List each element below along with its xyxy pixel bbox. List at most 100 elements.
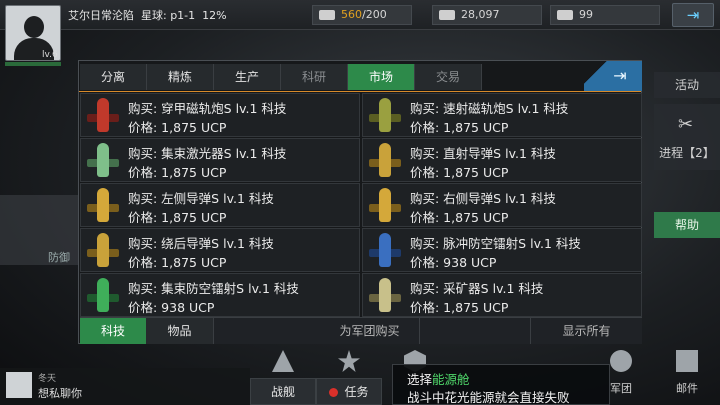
- item-title: 购买: 脉冲防空镭射S lv.1 科技: [410, 236, 581, 251]
- card-icon: [557, 10, 573, 20]
- ship-module-icon: [363, 139, 407, 181]
- ship-module-icon: [81, 139, 125, 181]
- chat-avatar: [6, 372, 32, 398]
- close-panel-icon[interactable]: ⇥: [584, 61, 642, 91]
- help-label: 帮助: [674, 218, 699, 232]
- item-title: 购买: 绕后导弹S lv.1 科技: [128, 236, 274, 251]
- resource-credits-value: 28,097: [461, 8, 500, 21]
- resource-energy-max: /200: [362, 8, 387, 21]
- item-price: 价格: 1,875 UCP: [128, 165, 227, 180]
- notification-dot: [329, 388, 339, 397]
- market-item[interactable]: 购买: 集束激光器S lv.1 科技 价格: 1,875 UCP: [80, 138, 360, 182]
- tab-divider: [79, 91, 641, 92]
- nav-corps-button[interactable]: 军团: [610, 380, 632, 396]
- player-xp-bar: [5, 62, 61, 66]
- truck-icon: [319, 10, 335, 20]
- chat-message: 想私聊你: [38, 387, 82, 400]
- tab-research[interactable]: 科研: [281, 64, 348, 90]
- ship-module-icon: [81, 184, 125, 226]
- item-title: 购买: 直射导弹S lv.1 科技: [410, 146, 556, 161]
- market-item[interactable]: 购买: 集束防空镭射S lv.1 科技 价格: 938 UCP: [80, 273, 360, 317]
- show-all-button[interactable]: 显示所有: [530, 318, 642, 344]
- item-price: 价格: 1,875 UCP: [410, 300, 509, 315]
- item-title: 购买: 左侧导弹S lv.1 科技: [128, 191, 274, 206]
- help-button[interactable]: 帮助: [654, 212, 720, 238]
- resource-cards[interactable]: 99: [550, 5, 660, 25]
- item-price: 价格: 1,875 UCP: [128, 210, 227, 225]
- tab-market[interactable]: 市场: [348, 64, 415, 90]
- market-panel: 分离 精炼 生产 科研 市场 交易 ⇥ 购买: 穿甲磁轨炮S lv.1 科技 价…: [78, 60, 642, 344]
- player-level: lv.6: [42, 50, 58, 60]
- item-price: 价格: 1,875 UCP: [410, 210, 509, 225]
- planet-label: 星球: p1-1: [141, 9, 196, 22]
- hint-line-2: 战斗中花光能源就会直接失败: [407, 390, 570, 405]
- mission-star-icon: [338, 350, 360, 372]
- item-price: 价格: 938 UCP: [410, 255, 497, 270]
- resource-energy-current: 560: [341, 8, 362, 21]
- item-price: 价格: 1,875 UCP: [410, 120, 509, 135]
- ship-module-icon: [363, 229, 407, 271]
- nav-ships-label: 战舰: [270, 385, 295, 399]
- ship-module-icon: [363, 184, 407, 226]
- hint-prefix: 选择: [407, 372, 433, 387]
- player-name: 艾尔日常沦陷: [68, 9, 134, 22]
- market-item[interactable]: 购买: 采矿器S lv.1 科技 价格: 1,875 UCP: [362, 273, 642, 317]
- buy-for-corps-button[interactable]: 为军团购买: [320, 318, 420, 344]
- tab-trade[interactable]: 交易: [415, 64, 482, 90]
- exit-icon[interactable]: ⇥: [672, 3, 714, 27]
- panel-bottom-bar: 科技 物品 为军团购买 显示所有: [80, 317, 642, 344]
- item-title: 购买: 穿甲磁轨炮S lv.1 科技: [128, 101, 287, 116]
- nav-ships-button[interactable]: 战舰: [250, 378, 316, 405]
- chat-sender: 冬天: [38, 374, 57, 384]
- panel-tabs: 分离 精炼 生产 科研 市场 交易: [80, 64, 482, 90]
- ship-module-icon: [363, 94, 407, 136]
- defense-label: 防御: [48, 251, 70, 264]
- resource-credits[interactable]: 28,097: [432, 5, 542, 25]
- tab-goods[interactable]: 物品: [146, 318, 214, 344]
- mail-icon: [676, 350, 698, 372]
- market-item[interactable]: 购买: 脉冲防空镭射S lv.1 科技 价格: 938 UCP: [362, 228, 642, 272]
- ship-module-icon: [81, 94, 125, 136]
- defense-background-tile: 防御: [0, 195, 80, 265]
- tools-icon: ✂: [678, 114, 694, 135]
- side-progress-button[interactable]: ✂ 进程【2】: [654, 104, 720, 170]
- market-item[interactable]: 购买: 绕后导弹S lv.1 科技 价格: 1,875 UCP: [80, 228, 360, 272]
- hint-tooltip: 选择能源舱 战斗中花光能源就会直接失败: [392, 364, 610, 405]
- side-progress-label: 进程【2】: [659, 146, 715, 160]
- nav-missions-button[interactable]: 任务: [316, 378, 382, 405]
- side-activity-button[interactable]: 活动: [654, 72, 720, 98]
- player-info: 艾尔日常沦陷 星球: p1-1 12%: [68, 7, 227, 23]
- hint-line-1: 选择能源舱: [407, 369, 470, 388]
- tab-produce[interactable]: 生产: [214, 64, 281, 90]
- nav-mail-button[interactable]: 邮件: [676, 380, 698, 396]
- tab-tech[interactable]: 科技: [80, 318, 146, 344]
- item-title: 购买: 集束防空镭射S lv.1 科技: [128, 281, 299, 296]
- ship-module-icon: [363, 274, 407, 316]
- corps-icon: [610, 350, 632, 372]
- resource-energy[interactable]: 560/200: [312, 5, 412, 25]
- market-item[interactable]: 购买: 直射导弹S lv.1 科技 价格: 1,875 UCP: [362, 138, 642, 182]
- hint-highlight: 能源舱: [432, 372, 470, 387]
- item-price: 价格: 1,875 UCP: [128, 255, 227, 270]
- nav-missions-label: 任务: [344, 385, 369, 399]
- chat-preview[interactable]: 冬天 想私聊你: [0, 368, 250, 405]
- item-price: 价格: 1,875 UCP: [128, 120, 227, 135]
- side-activity-label: 活动: [674, 78, 699, 92]
- ship-module-icon: [81, 229, 125, 271]
- ship-icon: [272, 350, 294, 372]
- market-item[interactable]: 购买: 左侧导弹S lv.1 科技 价格: 1,875 UCP: [80, 183, 360, 227]
- item-price: 价格: 938 UCP: [128, 300, 215, 315]
- market-item[interactable]: 购买: 右侧导弹S lv.1 科技 价格: 1,875 UCP: [362, 183, 642, 227]
- item-title: 购买: 集束激光器S lv.1 科技: [128, 146, 287, 161]
- resource-cards-value: 99: [579, 8, 593, 21]
- market-item[interactable]: 购买: 速射磁轨炮S lv.1 科技 价格: 1,875 UCP: [362, 93, 642, 137]
- tab-refine[interactable]: 精炼: [147, 64, 214, 90]
- tab-separate[interactable]: 分离: [80, 64, 147, 90]
- item-title: 购买: 速射磁轨炮S lv.1 科技: [410, 101, 569, 116]
- planet-progress: 12%: [202, 9, 227, 22]
- market-item[interactable]: 购买: 穿甲磁轨炮S lv.1 科技 价格: 1,875 UCP: [80, 93, 360, 137]
- credits-icon: [439, 10, 455, 20]
- avatar-head-shape: [24, 16, 44, 38]
- item-price: 价格: 1,875 UCP: [410, 165, 509, 180]
- ship-module-icon: [81, 274, 125, 316]
